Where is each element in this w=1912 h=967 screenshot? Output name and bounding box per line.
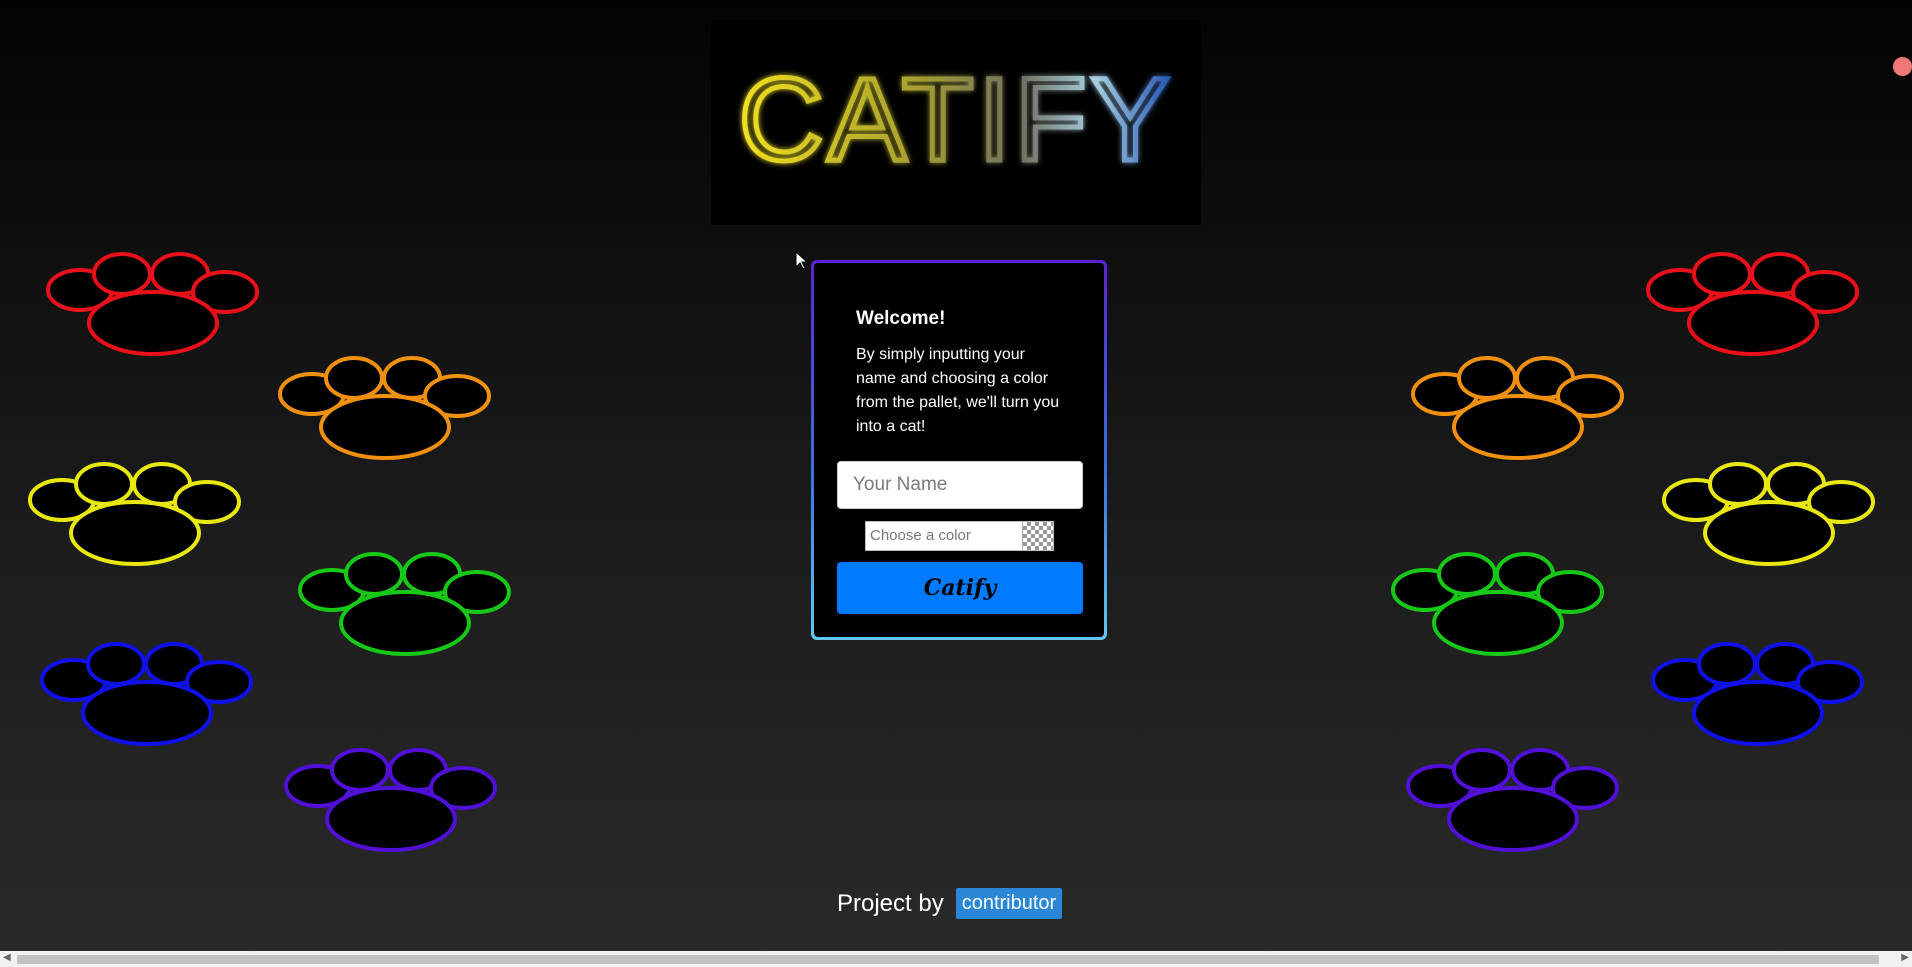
paw-print-icon: [272, 352, 502, 462]
paw-print-icon: [292, 548, 522, 658]
color-picker[interactable]: Choose a color: [865, 521, 1054, 551]
paw-print-icon: [22, 458, 252, 568]
catify-button[interactable]: Catify: [837, 562, 1083, 614]
footer-text: Project by: [837, 889, 944, 917]
name-input[interactable]: [837, 461, 1083, 509]
paw-print-icon: [34, 638, 264, 748]
paw-print-icon: [1640, 248, 1870, 358]
horizontal-scrollbar[interactable]: ◀ ▶: [0, 951, 1912, 967]
color-picker-placeholder: Choose a color: [870, 527, 971, 544]
logo-text: CATIFY: [739, 54, 1174, 186]
contributor-link[interactable]: contributor: [955, 888, 1063, 919]
paw-print-icon: [1656, 458, 1886, 568]
paw-print-icon: [1400, 744, 1630, 854]
scroll-left-icon[interactable]: ◀: [3, 952, 11, 963]
color-swatch[interactable]: [1022, 522, 1053, 550]
paw-print-icon: [1405, 352, 1635, 462]
paw-print-icon: [1645, 638, 1875, 748]
paw-print-icon: [40, 248, 270, 358]
welcome-description: By simply inputting your name and choosi…: [856, 346, 1060, 435]
catify-logo: CATIFY: [711, 20, 1201, 225]
welcome-title: Welcome!: [856, 308, 946, 329]
paw-print-icon: [1385, 548, 1615, 658]
scrollbar-thumb[interactable]: [17, 955, 1879, 964]
mouse-cursor-icon: [795, 251, 809, 270]
scroll-right-icon[interactable]: ▶: [1901, 952, 1909, 963]
notification-dot: [1893, 57, 1912, 76]
welcome-card: Welcome! By simply inputting your name a…: [811, 260, 1107, 640]
paw-print-icon: [278, 744, 508, 854]
footer: Project by contributor: [837, 888, 1063, 919]
